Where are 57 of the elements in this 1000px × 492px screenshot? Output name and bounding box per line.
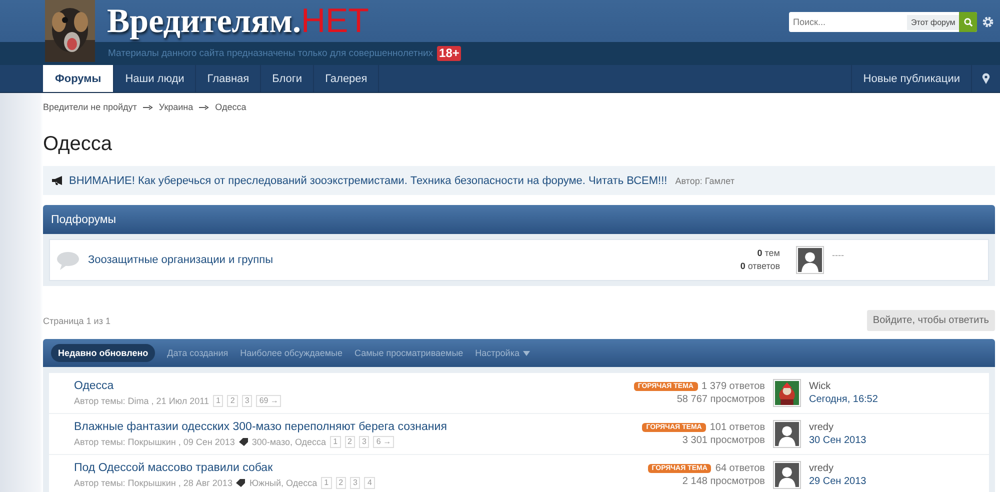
tag-icon	[238, 438, 248, 446]
topics-count: 0 тем	[757, 247, 780, 260]
arrow-icon	[142, 104, 153, 110]
topic-author: Автор темы: Покрышкин , 28 Авг 2013	[74, 478, 232, 488]
search-scope[interactable]: Этот форум	[907, 14, 960, 30]
topic-link[interactable]: Под Одессой массово травили собак	[74, 462, 640, 474]
breadcrumb-link[interactable]: Украина	[158, 102, 194, 112]
search-button[interactable]	[959, 12, 977, 32]
age-badge: 18+	[437, 46, 462, 61]
replies-count: 101 ответов	[710, 422, 765, 433]
page-title: Одесса	[43, 132, 114, 156]
topic-link[interactable]: Одесса	[74, 380, 626, 392]
filter-tab[interactable]: Недавно обновлено	[51, 344, 156, 362]
arrow-icon	[199, 104, 210, 110]
last-poster[interactable]: vredy	[809, 422, 959, 433]
last-post-date[interactable]: Сегодня, 16:52	[809, 394, 959, 405]
replies-count: 1 379 ответов	[702, 381, 765, 392]
last-post: ----	[832, 250, 845, 260]
topic-author: Автор темы: Dima , 21 Июл 2011	[74, 396, 209, 406]
nav-tab[interactable]: Блоги	[261, 65, 314, 92]
settings-icon[interactable]	[982, 16, 994, 28]
subforum-link[interactable]: Зоозащитные организации и группы	[88, 254, 273, 266]
announcement-author: Автор: Гамлет	[675, 176, 734, 186]
search-field[interactable]: Поиск... Этот форум	[789, 12, 977, 32]
megaphone-icon	[52, 176, 65, 185]
replies-count: 0 ответов	[740, 260, 780, 273]
map-pin-icon[interactable]	[982, 73, 990, 84]
nav-tab[interactable]: Главная	[196, 65, 262, 92]
replies-count: 64 ответов	[715, 463, 765, 474]
avatar-icon	[773, 461, 801, 489]
nav-tab[interactable]: Галерея	[314, 65, 380, 92]
site-logo[interactable]: Вредителям.НЕТ	[107, 4, 369, 39]
last-poster[interactable]: Wick	[809, 381, 959, 392]
tag-icon	[236, 478, 246, 486]
tagline: Материалы данного сайта предназначены только для совершеннолетних	[108, 48, 434, 59]
announcement-link[interactable]: ВНИМАНИЕ! Как уберечься от преследований зооэкстремистами. Техника безопасности на форуме. Читать ВСЕМ!!!	[69, 174, 668, 186]
section-header: Подфорумы	[43, 205, 995, 234]
last-post-date[interactable]: 30 Сен 2013	[809, 435, 959, 446]
nav-tab[interactable]: Форумы	[43, 65, 114, 92]
breadcrumb-link[interactable]: Одесса	[215, 102, 246, 112]
topic-link[interactable]: Влажные фантазии одесских 300-мазо переполняют берега сознания	[74, 420, 634, 432]
nav-tab[interactable]: Наши люди	[114, 65, 196, 92]
page-count: Страница 1 из 1	[43, 316, 110, 326]
topic-author: Автор темы: Покрышкин , 09 Сен 2013	[74, 436, 235, 446]
search-icon	[964, 18, 973, 26]
login-reply-button[interactable]: Войдите, чтобы ответить	[866, 310, 995, 331]
caret-icon	[523, 350, 530, 356]
last-poster[interactable]: vredy	[809, 463, 959, 474]
views-count: 2 148 просмотров	[682, 476, 765, 487]
views-count: 58 767 просмотров	[676, 394, 765, 405]
avatar-icon	[796, 246, 824, 274]
avatar-icon	[773, 420, 801, 448]
views-count: 3 301 просмотров	[682, 435, 765, 446]
last-post-date[interactable]: 29 Сен 2013	[809, 476, 959, 487]
breadcrumb-link[interactable]: Вредители не пройдут	[43, 102, 137, 112]
new-posts-link[interactable]: Новые публикации	[851, 65, 972, 92]
speech-bubbles-icon	[56, 250, 80, 270]
